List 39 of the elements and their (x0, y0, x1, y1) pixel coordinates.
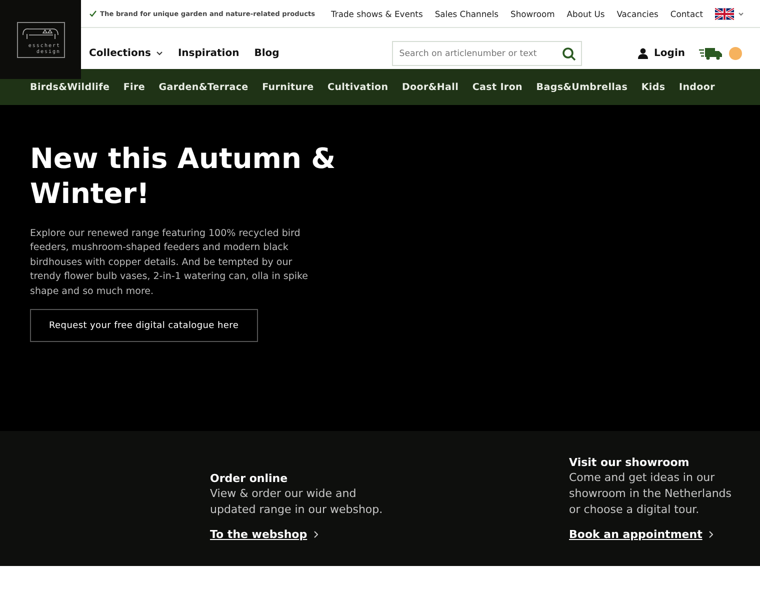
catalogue-button[interactable]: Request your free digital catalogue here (30, 309, 258, 342)
category-link[interactable]: Garden&Terrace (158, 82, 248, 92)
top-link[interactable]: Trade shows & Events (331, 8, 423, 18)
menu-item[interactable]: Collections (89, 48, 163, 59)
category-link[interactable]: Birds&Wildlife (30, 82, 110, 92)
category-link[interactable]: Kids (641, 82, 666, 92)
menu-item[interactable]: Blog (254, 48, 280, 59)
user-icon[interactable] (638, 48, 648, 59)
login-link[interactable]: Login (654, 48, 685, 59)
block-link[interactable]: Book an appointment (569, 528, 714, 541)
hero-title: New this Autumn & Winter! (30, 141, 337, 211)
category-link[interactable]: Fire (123, 82, 146, 92)
category-link[interactable]: Bags&Umbrellas (536, 82, 628, 92)
top-link[interactable]: Vacancies (616, 8, 658, 18)
block-text: View & order our wide and updated range in our webshop. (210, 486, 384, 518)
category-link[interactable]: Furniture (262, 82, 314, 92)
block-text: Come and get ideas in our showroom in the Netherlands or choose a digital tour. (569, 470, 733, 518)
check-icon (89, 10, 97, 17)
menu-item[interactable]: Inspiration (178, 48, 240, 59)
block-title: Order online (210, 472, 289, 485)
caret-icon[interactable] (738, 12, 744, 16)
uk-flag-icon[interactable] (715, 8, 734, 20)
category-link[interactable]: Cultivation (328, 82, 388, 92)
category-link[interactable]: Cast Iron (472, 82, 523, 92)
category-link[interactable]: Indoor (678, 82, 715, 92)
category-link[interactable]: Door&Hall (402, 82, 459, 92)
caret-icon (156, 51, 163, 56)
top-link[interactable]: Showroom (510, 8, 555, 18)
search-icon[interactable] (562, 47, 576, 61)
hero-text: Explore our renewed range featuring 100% recycled bird feeders, mushroom-shaped feeders and modern black birdhouses with copper details. And be tempted by our trendy flower bulb vases, 2-in-1 watering can, olla in spike shape and so much more. (30, 227, 310, 299)
top-link[interactable]: About Us (566, 8, 605, 18)
chevron-icon (709, 531, 714, 538)
truck-icon[interactable] (699, 47, 723, 60)
block-link[interactable]: To the webshop (210, 528, 318, 541)
top-link[interactable]: Contact (670, 8, 703, 18)
chevron-icon (314, 531, 318, 538)
top-link[interactable]: Sales Channels (434, 8, 499, 18)
block-title: Visit our showroom (569, 456, 690, 469)
search-field[interactable]: Search on articlenumber or text (392, 41, 582, 66)
